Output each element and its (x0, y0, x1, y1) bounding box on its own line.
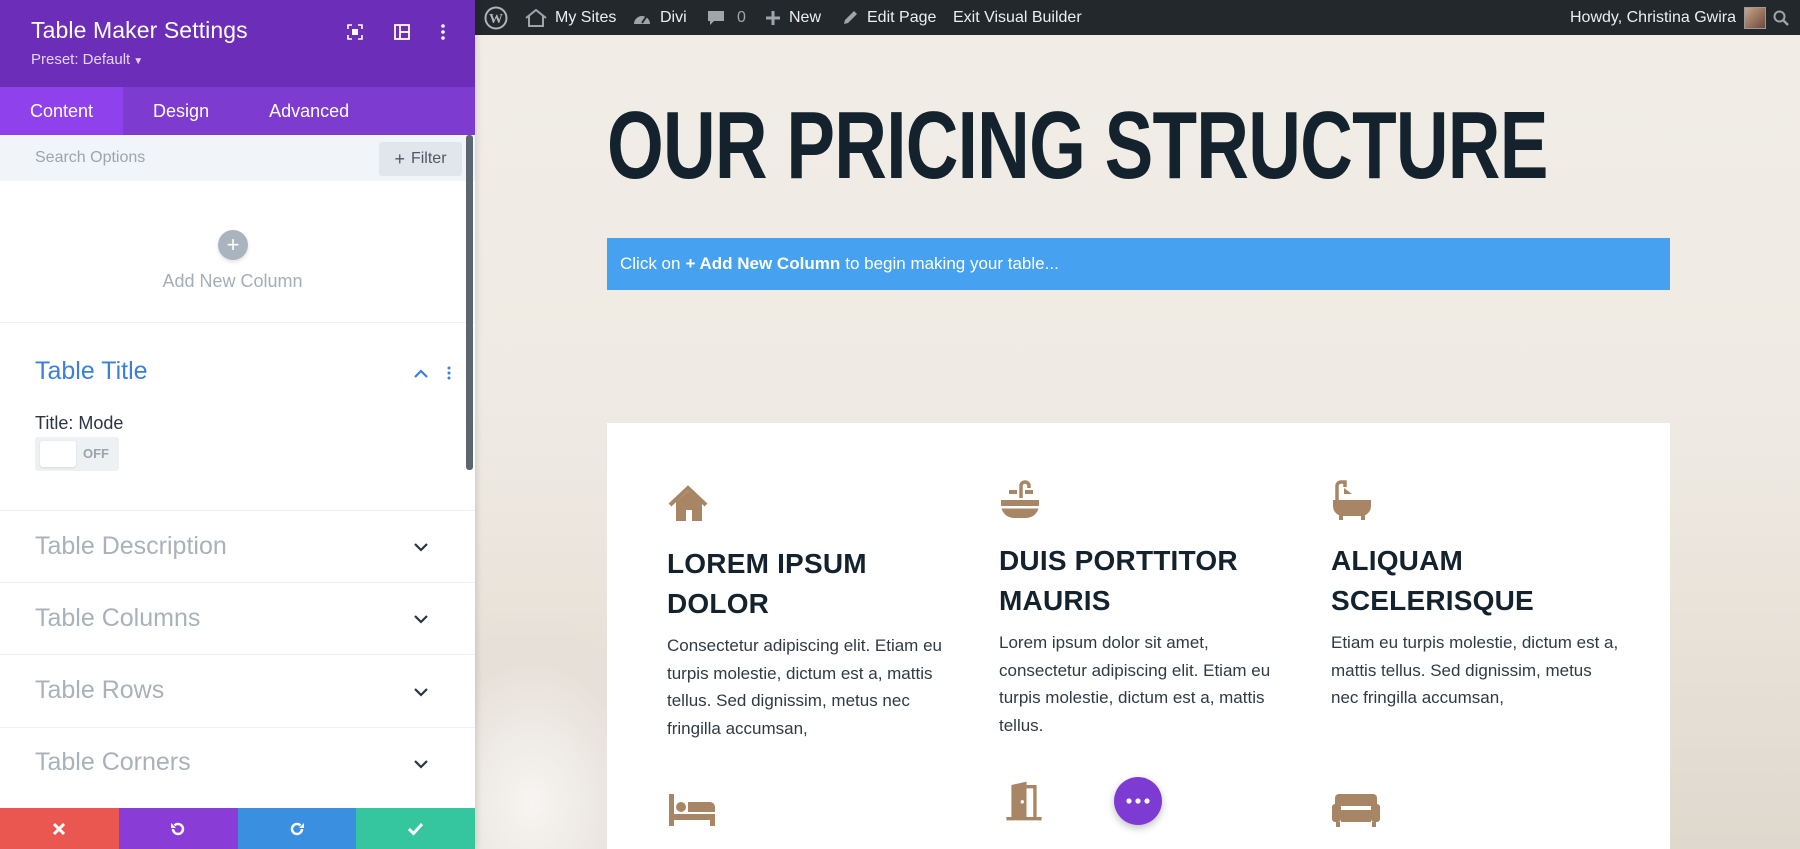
search-options-input[interactable] (0, 135, 370, 181)
section-title-table-title[interactable]: Table Title (35, 357, 148, 386)
feature-title: ALIQUAM SCELERISQUE (1331, 545, 1534, 616)
caret-down-icon: ▼ (133, 56, 144, 67)
section-table-description[interactable]: Table Description (0, 511, 475, 583)
section-options-icon[interactable] (445, 364, 453, 382)
title-mode-toggle[interactable]: OFF (35, 437, 119, 471)
settings-panel: Table Maker Settings Preset: Default ▼ Co… (0, 0, 475, 849)
tab-advanced[interactable]: Advanced (239, 87, 379, 135)
section-title-table-description[interactable]: Table Description (35, 532, 227, 561)
new-menu[interactable]: New (765, 0, 821, 35)
bed-icon (669, 794, 715, 826)
avatar (1743, 6, 1766, 29)
panel-tabs: Content Design Advanced (0, 87, 475, 135)
preset-label: Preset: Default (31, 51, 131, 68)
wordpress-logo-icon[interactable]: W (484, 0, 516, 35)
home-sites-icon (525, 8, 547, 27)
feature-item: LOREM IPSUM DOLOR Consectetur adipiscing… (667, 483, 957, 742)
fullscreen-icon[interactable] (345, 22, 365, 42)
section-title-table-columns[interactable]: Table Columns (35, 604, 200, 633)
section-table-columns[interactable]: Table Columns (0, 583, 475, 655)
panel-scrollbar[interactable] (466, 135, 473, 470)
search-bar: + Filter (0, 135, 475, 181)
chevron-down-icon[interactable] (412, 610, 430, 628)
table-info-bar: Click on + Add New Column to begin makin… (607, 238, 1670, 290)
undo-icon (171, 822, 185, 835)
divi-menu[interactable]: Divi (632, 0, 687, 35)
feature-text: Lorem ipsum dolor sit amet, consectetur … (999, 633, 1271, 735)
panel-title: Table Maker Settings (31, 17, 248, 43)
feature-text: Consectetur adipiscing elit. Etiam eu tu… (667, 636, 942, 738)
bathtub-icon (1333, 480, 1371, 520)
toggle-knob (40, 441, 76, 467)
layout-toggle-icon[interactable] (392, 22, 412, 42)
wp-admin-bar: W My Sites Divi 0 New Edit Page Exit Vis… (475, 0, 1800, 35)
section-table-corners[interactable]: Table Corners (0, 728, 475, 800)
redo-button[interactable] (237, 808, 357, 849)
section-title-table-rows[interactable]: Table Rows (35, 676, 164, 705)
my-sites-menu[interactable]: My Sites (525, 0, 616, 35)
chevron-down-icon[interactable] (412, 683, 430, 701)
feature-title: DUIS PORTTITOR MAURIS (999, 545, 1238, 616)
my-sites-label: My Sites (555, 8, 617, 26)
plus-icon: + (394, 148, 405, 169)
edit-page-label: Edit Page (867, 8, 937, 26)
exit-visual-builder-link[interactable]: Exit Visual Builder (953, 0, 1082, 35)
add-column-area: + Add New Column (0, 181, 475, 323)
panel-footer (0, 808, 475, 849)
door-icon (1006, 781, 1042, 821)
page-heading: OUR PRICING STRUCTURE (607, 92, 1548, 199)
chevron-down-icon[interactable] (412, 755, 430, 773)
checkmark-icon (408, 822, 424, 836)
sink-icon (1001, 480, 1039, 518)
chevron-up-icon[interactable] (412, 364, 430, 382)
feature-item: ALIQUAM SCELERISQUE Etiam eu turpis mole… (1331, 480, 1621, 712)
comment-icon (708, 10, 724, 25)
feature-item: DUIS PORTTITOR MAURIS Lorem ipsum dolor … (999, 480, 1289, 739)
undo-button[interactable] (118, 808, 238, 849)
title-mode-label: Title: Mode (35, 413, 124, 433)
chevron-down-icon[interactable] (412, 538, 430, 556)
section-table-title: Table Title Title: Mode OFF (0, 323, 475, 511)
save-button[interactable] (356, 808, 475, 849)
filter-label: Filter (410, 150, 447, 167)
plus-icon (766, 10, 780, 25)
add-column-label[interactable]: Add New Column (0, 271, 465, 292)
toggle-state: OFF (83, 446, 109, 461)
feature-text: Etiam eu turpis molestie, dictum est a, … (1331, 633, 1619, 707)
close-icon (53, 822, 66, 835)
info-prefix: Click on (620, 254, 681, 273)
feature-title: LOREM IPSUM DOLOR (667, 548, 867, 619)
search-icon[interactable] (1773, 0, 1797, 35)
section-table-rows[interactable]: Table Rows (0, 655, 475, 728)
panel-header: Table Maker Settings Preset: Default ▼ (0, 0, 475, 87)
exit-builder-label: Exit Visual Builder (953, 8, 1082, 26)
greeting-label: Howdy, Christina Gwira (1570, 8, 1736, 26)
tab-design[interactable]: Design (123, 87, 239, 135)
pencil-icon (844, 11, 857, 24)
info-suffix: to begin making your table... (845, 254, 1059, 273)
svg-text:W: W (489, 12, 503, 27)
more-options-icon[interactable] (433, 22, 453, 42)
redo-icon (290, 822, 304, 835)
more-horizontal-icon (1126, 798, 1150, 804)
house-icon (668, 485, 708, 521)
sofa-icon (1332, 794, 1380, 827)
builder-options-button[interactable] (1114, 777, 1162, 825)
cancel-button[interactable] (0, 808, 119, 849)
comments-count: 0 (737, 8, 746, 26)
edit-page-link[interactable]: Edit Page (842, 0, 936, 35)
comments-menu[interactable]: 0 (706, 0, 746, 35)
section-title-table-corners[interactable]: Table Corners (35, 748, 191, 777)
divi-label: Divi (660, 8, 687, 26)
filter-button[interactable]: + Filter (379, 142, 462, 176)
add-column-button[interactable]: + (218, 230, 248, 260)
dashboard-icon (634, 15, 650, 24)
new-label: New (789, 8, 822, 26)
user-account-menu[interactable]: Howdy, Christina Gwira (1570, 0, 1766, 35)
preset-selector[interactable]: Preset: Default ▼ (31, 51, 143, 68)
tab-content[interactable]: Content (0, 87, 124, 135)
info-add-column-text: + Add New Column (685, 254, 841, 273)
